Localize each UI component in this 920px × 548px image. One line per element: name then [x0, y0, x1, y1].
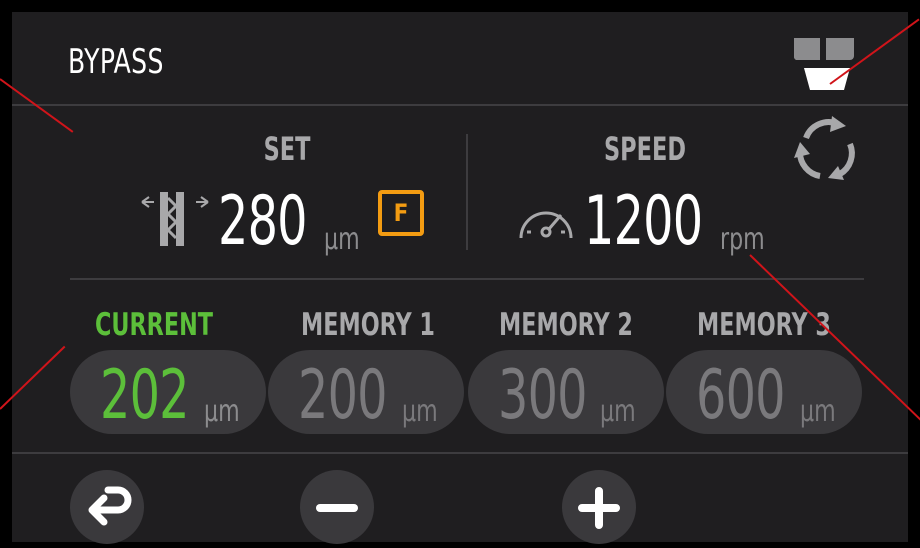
memory-value-current: 202	[100, 356, 190, 435]
memory-value-1: 200	[298, 356, 388, 435]
memory-unit-3: μm	[800, 394, 836, 429]
set-speed-divider	[466, 134, 468, 250]
section-divider	[70, 278, 864, 280]
set-label: SET	[263, 130, 311, 168]
memory-label-current: CURRENT	[95, 307, 213, 343]
set-unit: μm	[324, 222, 360, 257]
memory-unit-current: μm	[204, 394, 240, 429]
increase-button[interactable]	[562, 470, 636, 544]
page-title: BYPASS	[68, 42, 164, 82]
grinder-mode-icon[interactable]	[790, 34, 862, 94]
decrease-button[interactable]	[300, 470, 374, 544]
footer-divider	[12, 452, 908, 454]
plus-icon	[578, 487, 620, 529]
header-divider	[12, 104, 908, 106]
memory-value-2: 300	[498, 356, 588, 435]
back-arrow-icon	[88, 486, 132, 526]
grind-size-icon	[140, 190, 210, 248]
minus-icon	[316, 504, 358, 512]
memory-value-3: 600	[696, 356, 786, 435]
memory-label-2: MEMORY 2	[499, 307, 633, 343]
memory-label-1: MEMORY 1	[301, 307, 435, 343]
speed-label: SPEED	[604, 130, 686, 168]
speedometer-icon	[515, 198, 577, 244]
back-button[interactable]	[70, 470, 144, 544]
memory-unit-1: μm	[402, 394, 438, 429]
speed-unit: rpm	[720, 222, 765, 257]
refresh-icon[interactable]	[792, 114, 860, 186]
fine-mode-badge[interactable]: F	[378, 190, 424, 236]
set-value: 280	[218, 182, 308, 261]
memory-unit-2: μm	[600, 394, 636, 429]
speed-value: 1200	[584, 182, 703, 261]
memory-label-3: MEMORY 3	[697, 307, 831, 343]
